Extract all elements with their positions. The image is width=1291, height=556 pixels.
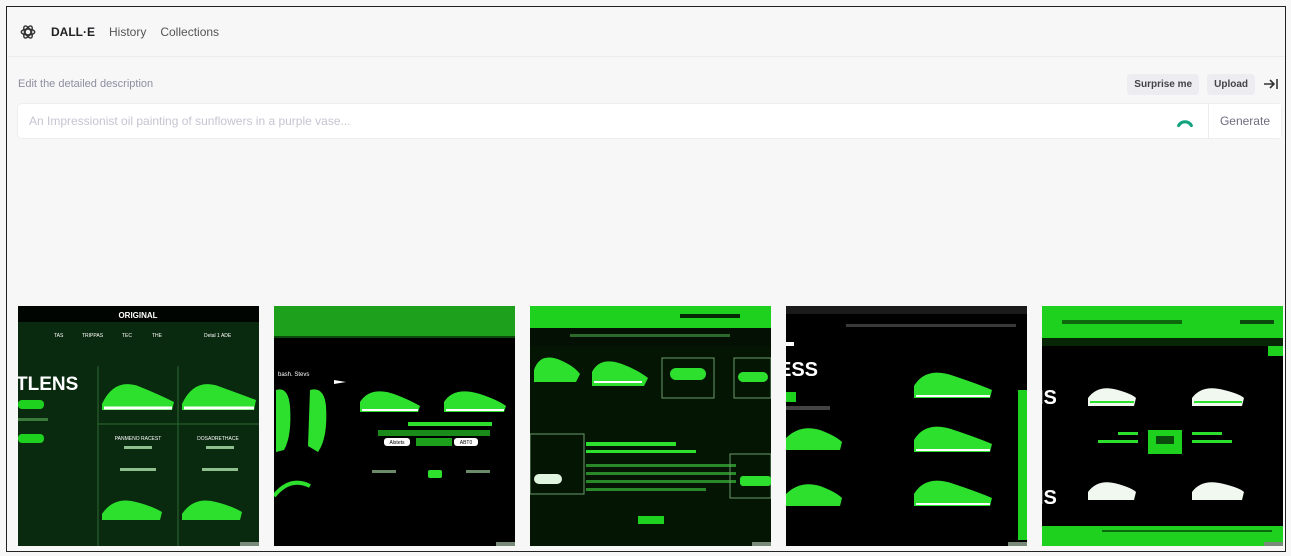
- results-grid: ORIGINAL TAS TRIPPAS TEC THE Detal 1 ADE…: [18, 306, 1283, 546]
- result-image-3[interactable]: [530, 306, 771, 546]
- tile2-button-b: ABT0: [460, 440, 473, 446]
- nav-history[interactable]: History: [109, 25, 146, 39]
- prompt-input[interactable]: [18, 114, 1176, 128]
- app-window: DALL·E History Collections Edit the deta…: [6, 6, 1286, 552]
- generated-image-2: bash. Stevs Alstets ABT0: [274, 306, 515, 546]
- tile1-menu-5: Detal 1 ADE: [204, 333, 232, 339]
- generated-image-1: ORIGINAL TAS TRIPPAS TEC THE Detal 1 ADE…: [18, 306, 259, 546]
- generated-image-4: ESS: [786, 306, 1027, 546]
- tile2-caption: bash. Stevs: [278, 372, 309, 378]
- tile4-headline: ESS: [786, 359, 818, 381]
- top-navigation: DALL·E History Collections: [7, 7, 1285, 57]
- tile1-header: ORIGINAL: [118, 311, 157, 320]
- prompt-toolbar: Edit the detailed description Surprise m…: [18, 73, 1279, 95]
- result-image-5[interactable]: IS IS: [1042, 306, 1283, 546]
- surprise-me-button[interactable]: Surprise me: [1127, 73, 1200, 95]
- generated-image-3: [530, 306, 771, 546]
- tile1-panel-b-title: DOSADRETHACE: [197, 436, 239, 442]
- tile1-menu-4: THE: [152, 333, 163, 339]
- tile1-menu-3: TEC: [122, 333, 132, 339]
- nav-collections[interactable]: Collections: [160, 25, 219, 39]
- result-image-4[interactable]: ESS: [786, 306, 1027, 546]
- tile5-headline-bottom: IS: [1042, 487, 1057, 509]
- prompt-actions: Surprise me Upload: [1127, 73, 1279, 95]
- tile5-headline-top: IS: [1042, 387, 1057, 409]
- tile1-headline: TLENS: [18, 374, 78, 395]
- openai-logo-icon[interactable]: [19, 23, 37, 41]
- tile2-button-a: Alstets: [389, 440, 405, 446]
- generated-image-5: IS IS: [1042, 306, 1283, 546]
- result-image-1[interactable]: ORIGINAL TAS TRIPPAS TEC THE Detal 1 ADE…: [18, 306, 259, 546]
- loading-spinner-icon: [1177, 120, 1193, 128]
- tile1-panel-a-title: PANMENO RACEST: [115, 436, 162, 442]
- brand-link[interactable]: DALL·E: [51, 25, 95, 39]
- collapse-sidebar-icon[interactable]: [1263, 77, 1279, 91]
- generate-button[interactable]: Generate: [1207, 104, 1281, 138]
- tile1-menu-2: TRIPPAS: [82, 333, 104, 339]
- upload-button[interactable]: Upload: [1207, 73, 1255, 95]
- prompt-bar: Generate: [18, 104, 1281, 138]
- prompt-label: Edit the detailed description: [18, 78, 154, 90]
- result-image-2[interactable]: bash. Stevs Alstets ABT0: [274, 306, 515, 546]
- tile1-menu-1: TAS: [54, 333, 64, 339]
